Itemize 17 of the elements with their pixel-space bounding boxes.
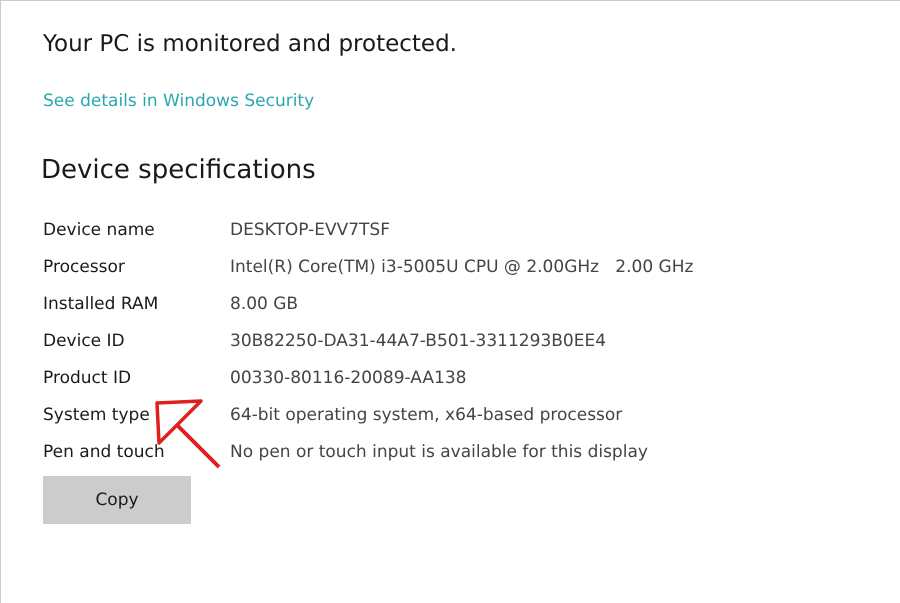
spec-value: No pen or touch input is available for this display [230, 441, 649, 464]
spec-value: DESKTOP-EVV7TSF [230, 219, 391, 242]
spec-label: Pen and touch [43, 441, 166, 464]
spec-value: Intel(R) Core(TM) i3-5005U CPU @ 2.00GHz 2.00 GHz [230, 256, 694, 279]
copy-button[interactable]: Copy [43, 476, 191, 524]
spec-value: 00330-80116-20089-AA138 [230, 367, 468, 390]
status-title: Your PC is monitored and protected. [43, 31, 458, 57]
spec-value: 8.00 GB [230, 293, 300, 316]
spec-value: 64-bit operating system, x64-based processor [230, 404, 624, 427]
spec-label: Device ID [43, 330, 126, 353]
section-heading: Device specifications [41, 155, 317, 185]
spec-label: System type [43, 404, 151, 427]
spec-label: Installed RAM [43, 293, 160, 316]
spec-value: 30B82250-DA31-44A7-B501-3311293B0EE4 [230, 330, 608, 353]
spec-label: Device name [43, 219, 156, 242]
spec-label: Processor [43, 256, 126, 279]
spec-label: Product ID [43, 367, 132, 390]
